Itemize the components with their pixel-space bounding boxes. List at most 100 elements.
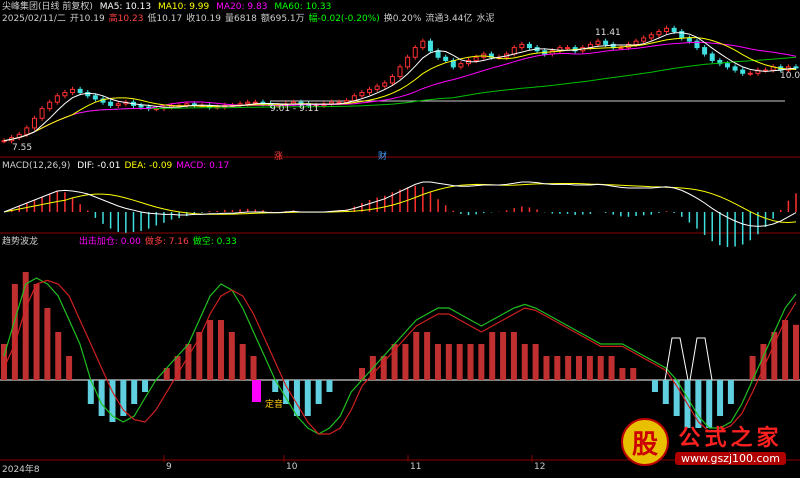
candle-body-98	[747, 72, 753, 75]
candle-body-33	[252, 101, 258, 104]
ma5-line	[3, 32, 797, 142]
quote-field-6: 额695.1万	[260, 14, 305, 24]
candle-body-4	[31, 117, 37, 129]
candle-body-46	[351, 95, 357, 102]
trend-bar-2	[22, 272, 29, 380]
candle-body-69	[526, 43, 532, 49]
candle-body-48	[367, 88, 373, 94]
candle-body-18	[138, 104, 144, 108]
candle-body-49	[374, 85, 380, 90]
trend-bar-55	[597, 356, 604, 380]
trend-bar-56	[608, 356, 615, 380]
candle-body-88	[671, 27, 677, 33]
trend-bar-5	[55, 332, 62, 380]
trend-bar-18	[196, 332, 203, 380]
candle-body-78	[595, 40, 601, 45]
trend-bar-20	[217, 320, 224, 380]
trend-bar-57	[619, 368, 626, 380]
candle-body-51	[389, 76, 395, 84]
ma60-label: MA60: 10.33	[274, 2, 332, 12]
quote-field-10: 水泥	[476, 14, 495, 24]
trend-bar-51	[554, 356, 561, 380]
trend-bar-72	[782, 320, 789, 380]
candle-body-12	[92, 95, 98, 100]
trend-bar-17	[185, 344, 192, 380]
trend-bar-50	[543, 356, 550, 380]
trend-bar-44	[478, 344, 485, 380]
x-label-1: 9	[166, 462, 172, 472]
candle-body-6	[47, 101, 53, 110]
candle-body-74	[565, 47, 571, 50]
candle-body-3	[24, 127, 30, 135]
trend-bar-21	[228, 332, 235, 380]
candle-body-9	[70, 88, 76, 94]
candle-body-92	[702, 47, 708, 55]
event-cai: 财	[378, 152, 388, 162]
ma10-line	[3, 37, 797, 142]
trend-bar-3	[33, 284, 40, 380]
candle-body-79	[603, 40, 609, 45]
trend-bar-49	[532, 344, 539, 380]
candle-body-96	[732, 66, 738, 71]
watermark-url: www.gszj100.com	[674, 451, 786, 465]
candle-body-62	[473, 56, 479, 61]
right-price-label: 10.09	[780, 71, 800, 81]
watermark-glyph: 股	[620, 418, 669, 466]
quote-field-9: 流通3.44亿	[425, 14, 473, 24]
watermark: 股 公式之家 www.gszj100.com	[620, 418, 786, 466]
macd-header: MACD(12,26,9) DIF: -0.01 DEA: -0.09 MACD: …	[2, 160, 233, 172]
trend-bar-37	[402, 344, 409, 380]
watermark-text: 公式之家	[678, 424, 783, 451]
trend-bar-38	[413, 332, 420, 380]
quote-field-3: 低10.17	[147, 14, 183, 24]
candle-body-58	[443, 56, 449, 61]
candle-body-50	[382, 82, 388, 87]
trend-bar-23	[250, 356, 257, 380]
trend-bar-60	[651, 380, 658, 392]
macd-value-0: DIF: -0.01	[77, 161, 121, 171]
event-zhang: 涨	[274, 152, 284, 162]
candle-body-56	[427, 40, 433, 52]
trend-title: 趋势波龙	[2, 237, 39, 247]
range-label: 9.01 - 9.11	[270, 104, 320, 114]
candle-body-95	[724, 63, 730, 68]
signal-bar	[252, 380, 261, 402]
candle-body-8	[62, 92, 68, 97]
candle-body-47	[359, 92, 365, 97]
candle-body-32	[245, 101, 251, 105]
macd-title: MACD(12,26,9)	[2, 161, 71, 171]
candle-body-24	[184, 103, 190, 106]
candle-body-104	[793, 66, 799, 69]
trend-bar-19	[207, 320, 214, 380]
candle-body-53	[405, 56, 411, 68]
trend-bar-43	[467, 344, 474, 380]
trend-bar-30	[326, 380, 333, 392]
low-price-label: 7.55	[12, 143, 33, 153]
macd-value-1: DEA: -0.09	[124, 161, 173, 171]
trend-bar-47	[510, 332, 517, 380]
trend-bar-41	[445, 344, 452, 380]
ma5-label: MA5: 10.13	[99, 2, 152, 12]
trend-bar-29	[315, 380, 322, 404]
quote-field-4: 收10.19	[186, 14, 221, 24]
candle-body-60	[458, 63, 464, 68]
quote-field-7: 幅-0.02(-0.20%)	[308, 14, 380, 24]
dingdi-label: 定音	[265, 400, 284, 410]
trend-bar-39	[424, 332, 431, 380]
x-label-3: 11	[410, 462, 422, 472]
quote-field-2: 高10.23	[108, 14, 144, 24]
x-label-2: 10	[286, 462, 298, 472]
quote-field-0: 2025/02/11/二	[2, 14, 66, 24]
trend-bar-42	[456, 344, 463, 380]
trend-bar-1	[11, 284, 18, 380]
trend-bar-46	[500, 332, 507, 380]
candle-body-52	[397, 66, 403, 78]
high-price-label: 11.41	[595, 28, 621, 38]
trend-bar-48	[521, 344, 528, 380]
trend-bar-12	[131, 380, 138, 404]
candle-body-84	[641, 37, 647, 42]
trend-bar-61	[662, 380, 669, 404]
quote-field-8: 换0.20%	[383, 14, 422, 24]
trend-bar-45	[489, 332, 496, 380]
candle-body-90	[686, 37, 692, 42]
